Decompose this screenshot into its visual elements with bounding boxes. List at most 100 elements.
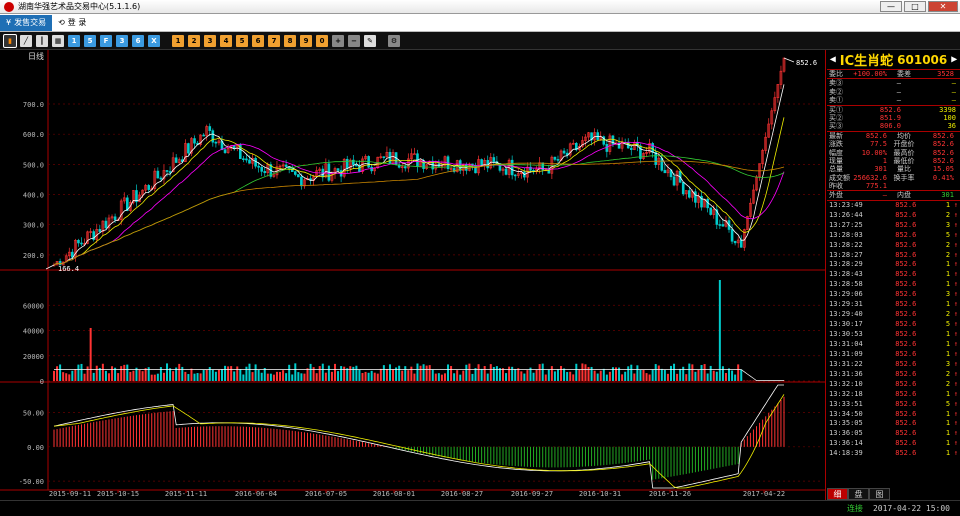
volume-bar [166,363,169,381]
period-15-icon[interactable]: F [100,34,112,47]
next-stock-icon[interactable]: ▶ [951,54,957,65]
price-tick-label: 500.0 [23,161,44,169]
tick-price: 852.6 [895,220,917,229]
stat-row: 幅度 10.00% 最高价 852.6 [827,149,960,157]
tick-volume: 2 [945,310,951,319]
line-chart-icon[interactable]: ╱ [20,34,32,47]
period-day-icon[interactable]: X [148,34,160,47]
minimize-button[interactable]: — [880,1,902,12]
volume-bar [587,367,590,381]
draw-icon[interactable]: ✎ [364,34,376,47]
stock-chart[interactable]: 700.0 600.0 500.0 400.0 300.0 200.0 日线 60000 400… [0,50,826,500]
tick-time: 13:28:29 [829,260,863,269]
volume-bar [248,363,251,381]
buy-orders: 买① 852.6 3398 买② 851.9 100 买③ 806.0 36 [827,106,960,132]
volume-bar [132,370,135,381]
volume-bar [269,373,272,381]
volume-bar [596,373,599,381]
candle-body [721,224,725,227]
menu-tab-trading[interactable]: ¥ 发售交易 [0,14,53,31]
candle-chart-icon[interactable]: ┃ [36,34,48,47]
tick-direction-icon: ↑ [953,330,958,339]
volume-bar [431,369,434,381]
period-30-icon[interactable]: 3 [116,34,128,47]
tick-direction-icon: ↑ [953,439,958,448]
candle-body [147,185,150,190]
candle-body [733,240,737,244]
buy-row: 买① 852.6 3398 [827,106,960,114]
volume-bar [437,373,440,381]
volume-bar [590,366,593,381]
date-tick-label: 2015-10-15 [97,490,139,498]
indicator-2-icon[interactable]: 2 [188,34,200,47]
date-tick-label: 2016-10-31 [579,490,621,498]
candle-body [510,159,514,176]
indicator-6-icon[interactable]: 6 [252,34,264,47]
volume-bar [477,364,480,381]
gear-icon[interactable]: ⚙ [388,34,400,47]
volume-bar [657,365,660,381]
volume-bar [440,374,443,381]
kline-chart-icon[interactable]: ▮ [3,33,17,48]
volume-bar [468,363,471,381]
zoom-in-icon[interactable]: + [332,34,344,47]
indicator-8-icon[interactable]: 8 [284,34,296,47]
candle-body [202,134,205,137]
tick-volume: 2 [945,379,951,388]
volume-bar [373,372,376,381]
volume-bar [443,373,446,381]
tick-row: 13:31:04 852.6 1 ↑ [827,340,960,350]
candle-body [187,143,190,154]
tick-time: 13:23:49 [829,200,863,209]
volume-bar [98,368,101,381]
volume-bar [624,371,627,381]
volume-bar [321,363,324,381]
volume-bar [227,366,230,381]
indicator-3-icon[interactable]: 3 [204,34,216,47]
tick-row: 13:36:14 852.6 1 ↑ [827,439,960,449]
volume-bar [434,373,437,381]
date-tick-label: 2016-08-01 [373,490,415,498]
tick-row: 13:28:22 852.6 2 ↑ [827,241,960,251]
period-5-icon[interactable]: 5 [84,34,96,47]
indicator-5-icon[interactable]: 5 [236,34,248,47]
indicator-9-icon[interactable]: 9 [300,34,312,47]
kline-chart-area[interactable]: 700.0 600.0 500.0 400.0 300.0 200.0 日线 60000 400… [0,50,826,500]
tick-volume: 2 [945,210,951,219]
tick-time: 13:34:50 [829,409,863,418]
sell-row: 卖② — — [827,88,960,96]
stat-row-value: 256632.6 [853,173,887,182]
title-bar: 湖南华强艺术品交易中心(5.1.1.6) — □ ✕ [0,0,960,14]
zoom-out-icon[interactable]: − [348,34,360,47]
candle-body [480,159,483,166]
indicator-10-icon[interactable]: 0 [316,34,328,47]
panel-tab[interactable]: 图 [869,488,890,500]
volume-bar [685,374,688,381]
indicator-1-icon[interactable]: 1 [172,34,184,47]
moving-average-line [53,117,785,266]
prev-stock-icon[interactable]: ◀ [830,54,836,65]
volume-tick-label: 40000 [23,328,44,336]
volume-bar [645,373,648,381]
indicator-7-icon[interactable]: 7 [268,34,280,47]
menu-tab-login[interactable]: ⟲ 登 录 [52,15,92,31]
period-1-icon[interactable]: 1 [68,34,80,47]
stat-row-value2: 0.41% [932,173,954,182]
volume-bar [300,373,303,381]
close-button[interactable]: ✕ [928,1,958,12]
tick-list[interactable]: 13:23:49 852.6 1 ↑ 13:26:44 852.6 2 ↑ 13… [827,201,960,459]
indicator-4-icon[interactable]: 4 [220,34,232,47]
volume-bar [599,370,602,381]
macd-tick-label: 0.00 [27,444,44,452]
tick-direction-icon: ↑ [953,220,958,229]
date-tick-label: 2016-09-27 [511,490,553,498]
period-60-icon[interactable]: 6 [132,34,144,47]
panel-tab[interactable]: 盘 [848,488,869,500]
stat-row-value2: 852.6 [932,156,954,165]
sell-label: 卖② [829,87,843,96]
calendar-icon[interactable]: ▦ [52,34,64,47]
tick-price: 852.6 [895,449,917,458]
panel-tab[interactable]: 细 [827,488,848,500]
volume-bar [187,374,190,381]
maximize-button[interactable]: □ [904,1,926,12]
